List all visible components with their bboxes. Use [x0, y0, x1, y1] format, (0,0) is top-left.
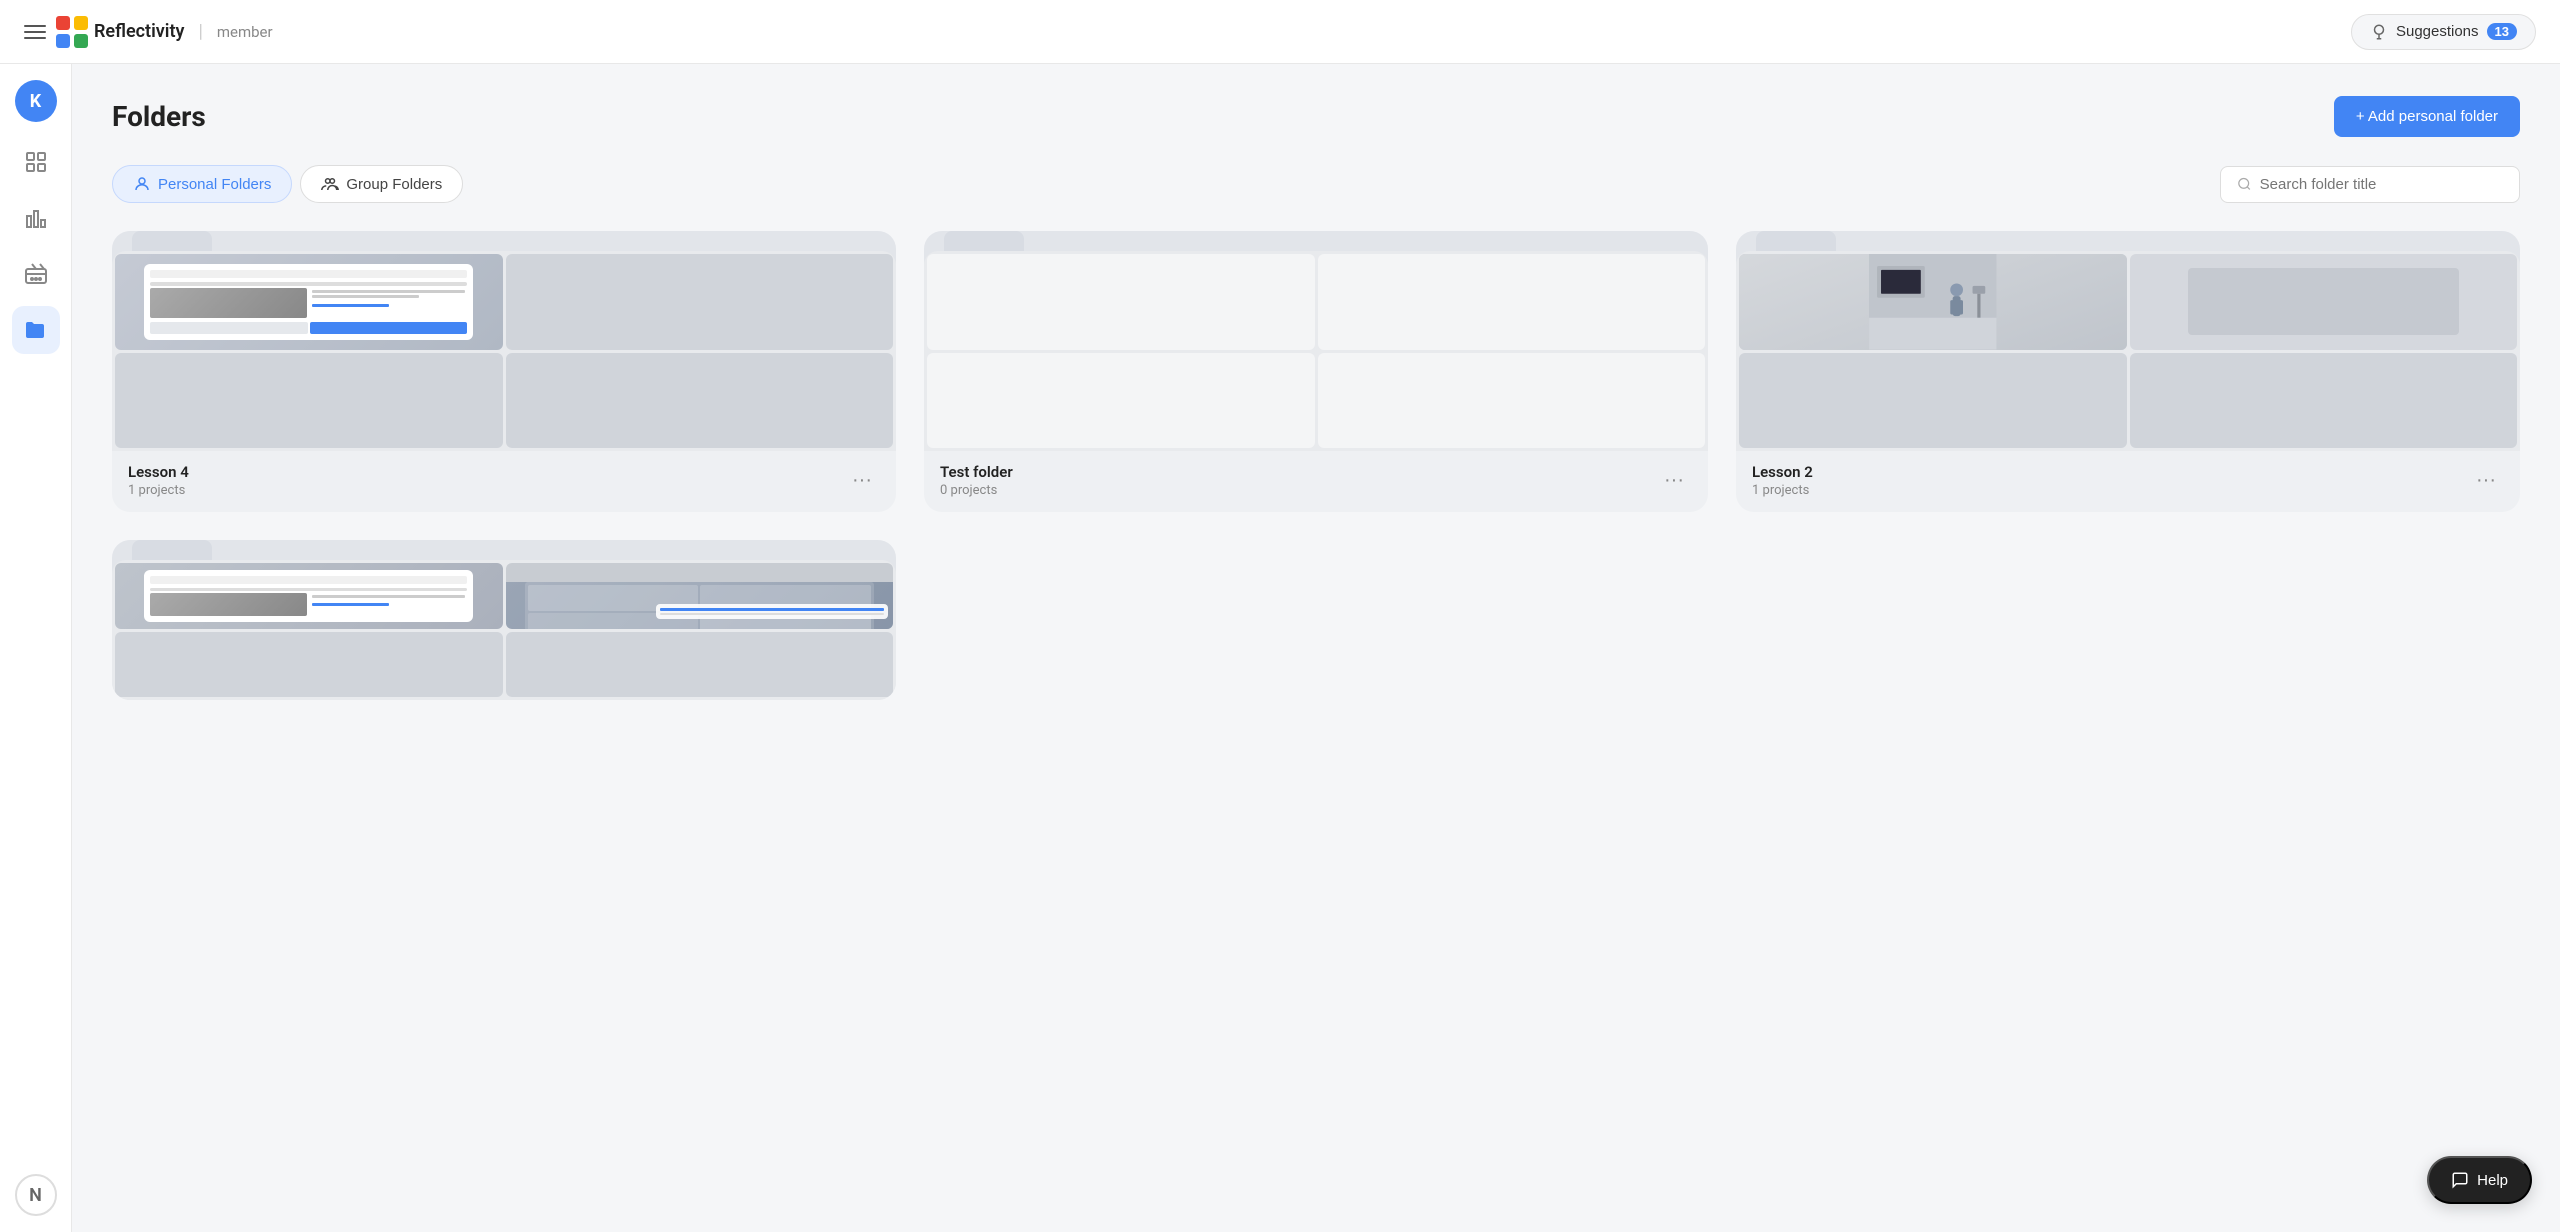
- folder-thumbnail: [112, 231, 896, 451]
- help-button[interactable]: Help: [2427, 1156, 2532, 1204]
- folder-footer: Lesson 2 1 projects ···: [1736, 451, 2520, 512]
- page-title: Folders: [112, 100, 206, 133]
- avatar: K: [15, 80, 57, 122]
- folder-footer: Test folder 0 projects ···: [924, 451, 1708, 512]
- folder-title: Lesson 4: [128, 463, 189, 481]
- thumb-preview-2: [506, 582, 894, 628]
- app-logo: Reflectivity | member: [56, 16, 273, 48]
- folder-count: 0 projects: [940, 483, 1013, 498]
- n-letter: N: [29, 1185, 42, 1206]
- thumb-cell-3: [1739, 353, 2127, 449]
- logo-icon: [56, 16, 88, 48]
- personal-tab-label: Personal Folders: [158, 176, 271, 193]
- folder-count: 1 projects: [128, 483, 189, 498]
- chat-icon: [2451, 1171, 2469, 1189]
- folder-tab: [132, 540, 212, 560]
- suggestions-badge: 13: [2487, 23, 2517, 40]
- thumb-cell-main: [115, 254, 503, 350]
- screenshot-preview: [115, 254, 503, 350]
- folder-tab: [1756, 231, 1836, 251]
- thumb-cell-3: [927, 353, 1315, 449]
- folder-card-test[interactable]: Test folder 0 projects ···: [924, 231, 1708, 512]
- page-header: Folders + Add personal folder: [112, 96, 2520, 137]
- thumb-cell-2: [506, 254, 894, 350]
- folder-footer: Lesson 4 1 projects ···: [112, 451, 896, 512]
- notion-icon[interactable]: N: [15, 1174, 57, 1216]
- app-name: Reflectivity: [94, 21, 184, 42]
- folder-card-lesson2[interactable]: Lesson 2 1 projects ···: [1736, 231, 2520, 512]
- folder-card-lesson-bottom[interactable]: [112, 540, 896, 700]
- folder-thumbnail: [112, 540, 896, 700]
- top-navigation: Reflectivity | member Suggestions 13: [0, 0, 2560, 64]
- folder-menu-button[interactable]: ···: [844, 467, 880, 494]
- group-icon: [321, 175, 339, 193]
- folder-info: Lesson 2 1 projects: [1752, 463, 1813, 498]
- tab-personal-folders[interactable]: Personal Folders: [112, 165, 292, 203]
- thumb-cell-4: [2130, 353, 2518, 449]
- person-icon: [133, 175, 151, 193]
- folder-tabs: Personal Folders Group Folders: [112, 165, 463, 203]
- help-label: Help: [2477, 1172, 2508, 1189]
- folder-info: Lesson 4 1 projects: [128, 463, 189, 498]
- folder-thumbnail: [1736, 231, 2520, 451]
- lightbulb-icon: [2370, 23, 2388, 41]
- sidebar-item-analytics[interactable]: [12, 194, 60, 242]
- film-icon: [24, 262, 48, 286]
- folder-thumbnail: [924, 231, 1708, 451]
- sidebar-item-folders[interactable]: [12, 306, 60, 354]
- thumb-cell-4: [1318, 353, 1706, 449]
- search-input[interactable]: [2260, 176, 2503, 193]
- search-icon: [2237, 176, 2252, 192]
- app-role: member: [217, 23, 273, 41]
- thumb-cell-main: [1739, 254, 2127, 350]
- folder-title: Test folder: [940, 463, 1013, 481]
- thumb-cell-2: [506, 563, 894, 629]
- dashboard-icon: [24, 150, 48, 174]
- thumb-cell-4: [506, 632, 894, 698]
- folder-title: Lesson 2: [1752, 463, 1813, 481]
- folder-inner-grid: [1736, 251, 2520, 451]
- sidebar: K N: [0, 64, 72, 1232]
- folder-inner-grid: [924, 251, 1708, 451]
- thumb-cell-3: [115, 632, 503, 698]
- room-preview: [1739, 254, 2127, 350]
- main-content: Folders + Add personal folder Personal F…: [72, 64, 2560, 1232]
- group-tab-label: Group Folders: [346, 176, 442, 193]
- analytics-icon: [24, 206, 48, 230]
- folder-menu-button[interactable]: ···: [2468, 467, 2504, 494]
- tab-group-folders[interactable]: Group Folders: [300, 165, 463, 203]
- folder-tab: [944, 231, 1024, 251]
- folder-inner-grid: [112, 560, 896, 700]
- nav-left: Reflectivity | member: [24, 16, 273, 48]
- folder-icon: [24, 318, 48, 342]
- thumb-cell-3: [115, 353, 503, 449]
- sidebar-item-dashboard[interactable]: [12, 138, 60, 186]
- folder-count: 1 projects: [1752, 483, 1813, 498]
- add-folder-button[interactable]: + Add personal folder: [2334, 96, 2520, 137]
- folder-card-lesson4[interactable]: Lesson 4 1 projects ···: [112, 231, 896, 512]
- folder-inner-grid: [112, 251, 896, 451]
- logo-divider: |: [198, 21, 202, 42]
- thumb-preview-1: [115, 563, 503, 629]
- thumb-cell-4: [506, 353, 894, 449]
- folder-grid: Lesson 4 1 projects ··· Test folder: [112, 231, 2520, 700]
- sidebar-item-media[interactable]: [12, 250, 60, 298]
- tabs-search-row: Personal Folders Group Folders: [112, 165, 2520, 203]
- search-box: [2220, 166, 2520, 203]
- thumb-cell-2: [2130, 254, 2518, 350]
- folder-info: Test folder 0 projects: [940, 463, 1013, 498]
- suggestions-button[interactable]: Suggestions 13: [2351, 14, 2536, 50]
- suggestions-label: Suggestions: [2396, 23, 2479, 40]
- thumb-cell-2: [1318, 254, 1706, 350]
- thumb-cell-1: [115, 563, 503, 629]
- room-scene: [1739, 254, 2127, 350]
- folder-menu-button[interactable]: ···: [1656, 467, 1692, 494]
- thumb-cell-1: [927, 254, 1315, 350]
- folder-tab: [132, 231, 212, 251]
- hamburger-menu[interactable]: [24, 25, 46, 39]
- sidebar-bottom: N: [15, 1174, 57, 1216]
